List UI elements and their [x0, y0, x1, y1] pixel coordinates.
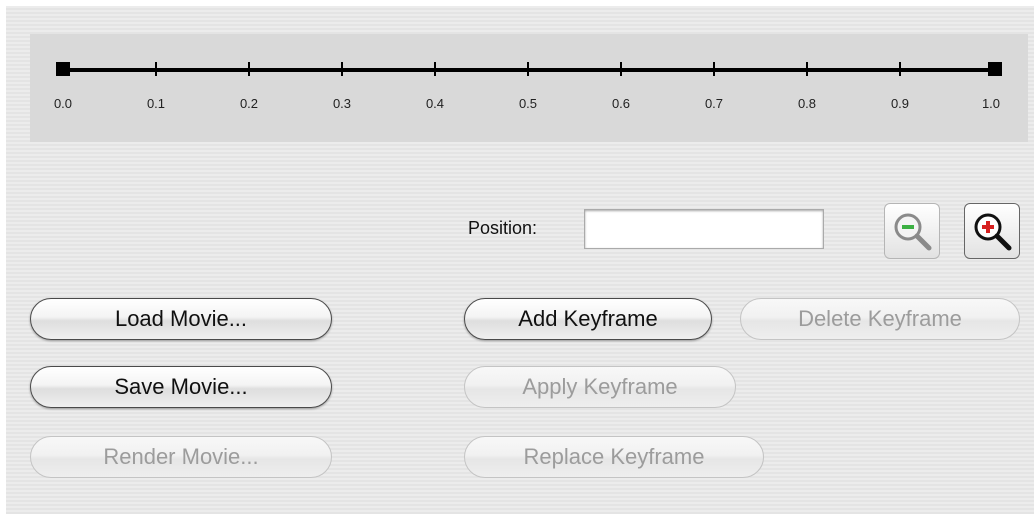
save-movie-button[interactable]: Save Movie... — [30, 366, 332, 408]
timeline-panel[interactable]: 0.0 0.1 0.2 0.3 0.4 0.5 0.6 0.7 0.8 0.9 … — [30, 34, 1028, 142]
tick-label: 0.9 — [890, 96, 910, 111]
timeline-tick — [620, 62, 622, 76]
zoom-out-icon — [894, 213, 932, 251]
timeline-end-handle[interactable] — [988, 62, 1002, 76]
tick-label: 0.3 — [332, 96, 352, 111]
timeline-tick — [713, 62, 715, 76]
tick-label: 0.8 — [797, 96, 817, 111]
replace-keyframe-button[interactable]: Replace Keyframe — [464, 436, 764, 478]
zoom-out-button[interactable] — [884, 203, 940, 259]
load-movie-button[interactable]: Load Movie... — [30, 298, 332, 340]
apply-keyframe-button[interactable]: Apply Keyframe — [464, 366, 736, 408]
delete-keyframe-button[interactable]: Delete Keyframe — [740, 298, 1020, 340]
timeline-tick — [806, 62, 808, 76]
timeline-start-handle[interactable] — [56, 62, 70, 76]
timeline-tick — [899, 62, 901, 76]
window: 0.0 0.1 0.2 0.3 0.4 0.5 0.6 0.7 0.8 0.9 … — [6, 6, 1034, 514]
timeline-track[interactable] — [62, 68, 996, 72]
position-label: Position: — [468, 218, 538, 238]
zoom-in-button[interactable] — [964, 203, 1020, 259]
timeline-tick — [434, 62, 436, 76]
add-keyframe-button[interactable]: Add Keyframe — [464, 298, 712, 340]
tick-label: 0.4 — [425, 96, 445, 111]
timeline-tick — [248, 62, 250, 76]
timeline-tick — [155, 62, 157, 76]
tick-label: 0.5 — [518, 96, 538, 111]
tick-label: 1.0 — [981, 96, 1001, 111]
tick-label: 0.6 — [611, 96, 631, 111]
timeline-tick — [341, 62, 343, 76]
zoom-in-icon — [974, 213, 1012, 251]
tick-label: 0.0 — [53, 96, 73, 111]
render-movie-button[interactable]: Render Movie... — [30, 436, 332, 478]
tick-label: 0.7 — [704, 96, 724, 111]
timeline-tick — [527, 62, 529, 76]
tick-label: 0.2 — [239, 96, 259, 111]
tick-label: 0.1 — [146, 96, 166, 111]
position-field[interactable] — [584, 209, 824, 249]
